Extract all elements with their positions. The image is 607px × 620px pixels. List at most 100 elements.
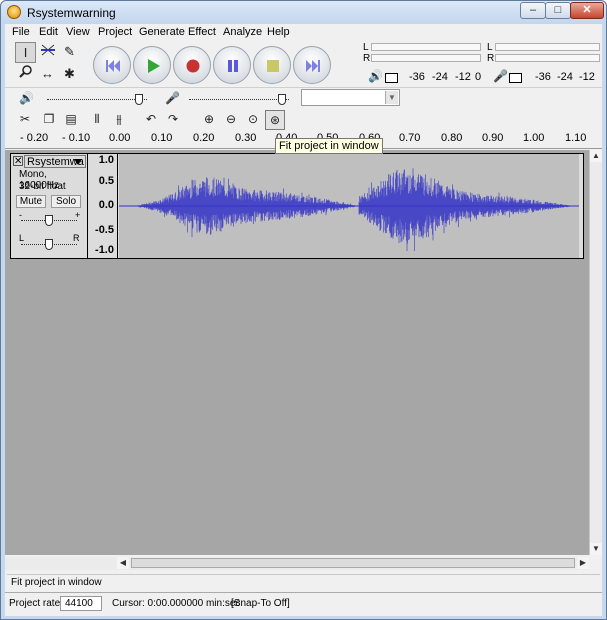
output-volume-thumb[interactable] xyxy=(135,94,143,105)
skip-start-button[interactable] xyxy=(93,46,131,84)
selection-tool-icon[interactable]: I xyxy=(15,42,36,63)
record-button[interactable] xyxy=(173,46,211,84)
snap-status[interactable]: [Snap-To Off] xyxy=(231,598,290,609)
status-message: Fit project in window xyxy=(7,574,600,589)
waveform-samples xyxy=(119,168,579,251)
zoom-tool-icon[interactable] xyxy=(15,64,36,85)
amplitude-label: 0.0 xyxy=(98,199,114,211)
scroll-left-icon[interactable]: ◀ xyxy=(117,557,129,569)
draw-tool-icon[interactable]: ✎ xyxy=(59,42,80,63)
skip-end-button[interactable] xyxy=(293,46,331,84)
track-area[interactable]: ✕ Rsystemwa Mono, 16000Hz 32-bit float M… xyxy=(5,150,589,555)
waveform xyxy=(119,168,579,251)
client-area: File Edit View Project Generate Effect A… xyxy=(5,24,602,616)
silence-icon[interactable]: ⫵ xyxy=(109,110,129,130)
close-track-icon[interactable]: ✕ xyxy=(13,156,23,167)
audio-track[interactable]: ✕ Rsystemwa Mono, 16000Hz 32-bit float M… xyxy=(10,153,584,259)
menu-file[interactable]: File xyxy=(12,26,30,38)
mute-button[interactable]: Mute xyxy=(16,195,46,208)
chevron-down-icon: ▼ xyxy=(385,91,398,104)
amplitude-label: -0.5 xyxy=(95,224,114,236)
ruler-label: 0.10 xyxy=(151,132,173,144)
scroll-right-icon[interactable]: ▶ xyxy=(577,557,589,569)
multi-tool-icon[interactable]: ✱ xyxy=(59,64,80,85)
pan-slider-thumb[interactable] xyxy=(45,239,53,250)
zoom-in-icon[interactable]: ⊕ xyxy=(199,110,219,130)
output-volume-icon: 🔊 xyxy=(19,91,34,105)
input-volume-track[interactable] xyxy=(189,99,289,100)
close-button[interactable]: ✕ xyxy=(570,2,604,19)
maximize-button[interactable]: □ xyxy=(545,2,571,19)
waveform-area[interactable] xyxy=(119,154,579,258)
ruler-label: 1.00 xyxy=(523,132,545,144)
horizontal-scroll-thumb[interactable] xyxy=(131,558,575,568)
play-scale-12: -12 xyxy=(455,71,471,83)
minimize-button[interactable]: – xyxy=(520,2,546,19)
play-meter-dropdown[interactable] xyxy=(385,73,398,83)
ruler-label: 0.80 xyxy=(441,132,463,144)
ruler-label: 0.30 xyxy=(235,132,257,144)
gain-slider-thumb[interactable] xyxy=(45,215,53,226)
record-meter-right xyxy=(495,54,600,62)
zoom-out-icon[interactable]: ⊖ xyxy=(221,110,241,130)
ruler-label: 1.10 xyxy=(565,132,587,144)
stop-button[interactable] xyxy=(253,46,291,84)
scroll-up-icon[interactable]: ▲ xyxy=(590,150,602,162)
play-meter-left xyxy=(371,43,481,51)
undo-icon[interactable]: ↶ xyxy=(141,110,161,130)
horizontal-scrollbar[interactable]: ◀ ▶ xyxy=(5,557,589,570)
amplitude-label: 1.0 xyxy=(98,154,114,166)
record-meter-left xyxy=(495,43,600,51)
vertical-scrollbar[interactable]: ▲ ▼ xyxy=(589,150,602,555)
pause-button[interactable] xyxy=(213,46,251,84)
menu-project[interactable]: Project xyxy=(98,26,132,38)
scroll-down-icon[interactable]: ▼ xyxy=(590,543,602,555)
envelope-tool-icon[interactable] xyxy=(37,42,58,63)
amplitude-label: 0.5 xyxy=(98,175,114,187)
menu-edit[interactable]: Edit xyxy=(39,26,58,38)
menu-effect[interactable]: Effect xyxy=(188,26,216,38)
menu-bar: File Edit View Project Generate Effect A… xyxy=(5,24,602,41)
timeshift-tool-icon[interactable]: ↔ xyxy=(37,64,58,85)
project-rate-label: Project rate: xyxy=(9,598,63,609)
cut-icon[interactable]: ✂ xyxy=(15,110,35,130)
menu-analyze[interactable]: Analyze xyxy=(223,26,262,38)
play-meter-right xyxy=(371,54,481,62)
menu-view[interactable]: View xyxy=(66,26,90,38)
play-meter-right-label: R xyxy=(363,53,371,64)
fit-selection-icon[interactable]: ⊙ xyxy=(243,110,263,130)
play-scale-0: 0 xyxy=(475,71,482,83)
track-sample-format: 32-bit float xyxy=(19,181,66,192)
input-source-select[interactable]: ▼ xyxy=(301,89,400,106)
gain-plus-label: + xyxy=(75,210,81,220)
pan-left-label: L xyxy=(19,233,25,243)
record-meter-dropdown[interactable] xyxy=(509,73,522,83)
paste-icon[interactable]: ▤ xyxy=(61,110,81,130)
speaker-icon[interactable]: 🔊 xyxy=(368,69,383,83)
solo-button[interactable]: Solo xyxy=(51,195,81,208)
menu-help[interactable]: Help xyxy=(267,26,290,38)
microphone-icon[interactable]: 🎤 xyxy=(493,69,508,83)
ruler-label: 0.90 xyxy=(482,132,504,144)
project-rate-input[interactable]: 44100 xyxy=(60,596,102,611)
fit-project-icon[interactable]: ⊛ xyxy=(265,110,285,130)
tools-toolbar: I ✎ ↔ ✱ xyxy=(5,41,85,85)
selection-toolbar: Project rate: 44100 Cursor: 0:00.000000 … xyxy=(5,592,602,614)
app-window: Rsystemwarning – □ ✕ File Edit View Proj… xyxy=(0,0,607,620)
play-button[interactable] xyxy=(133,46,171,84)
title-bar: Rsystemwarning – □ ✕ xyxy=(1,1,606,24)
play-scale-36: -36 xyxy=(409,71,425,83)
menu-generate[interactable]: Generate xyxy=(139,26,185,38)
redo-icon[interactable]: ↷ xyxy=(163,110,183,130)
play-meter-left-label: L xyxy=(363,42,369,53)
pan-right-label: R xyxy=(73,233,80,243)
copy-icon[interactable]: ❐ xyxy=(39,110,59,130)
tooltip: Fit project in window xyxy=(275,138,383,154)
cursor-position: Cursor: 0:00.000000 min:sec xyxy=(112,598,241,609)
record-meter-left-label: L xyxy=(487,42,493,53)
output-volume-track[interactable] xyxy=(47,99,147,100)
record-scale-36: -36 xyxy=(535,71,551,83)
trim-icon[interactable]: ⫴ xyxy=(87,110,107,130)
input-volume-thumb[interactable] xyxy=(278,94,286,105)
track-menu-arrow-icon[interactable] xyxy=(74,159,82,165)
